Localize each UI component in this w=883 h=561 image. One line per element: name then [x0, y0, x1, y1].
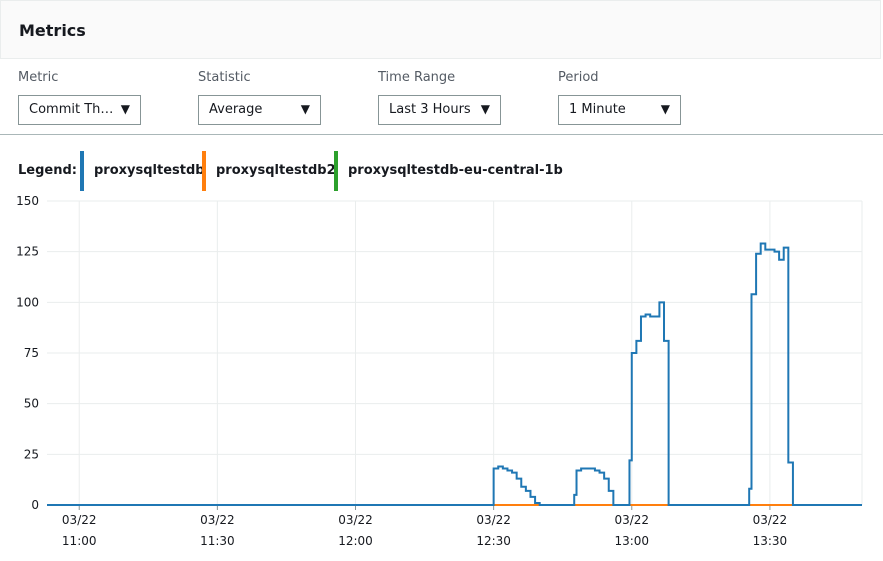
period-control: Period	[558, 70, 599, 88]
x-tick-date: 03/22	[62, 513, 97, 527]
x-tick-time: 11:30	[200, 534, 235, 548]
period-label: Period	[558, 70, 599, 85]
x-tick-date: 03/22	[614, 513, 649, 527]
metric-select-value: Commit Th…	[29, 102, 114, 117]
time-range-select[interactable]: Last 3 Hours ▼	[378, 95, 501, 125]
period-select[interactable]: 1 Minute ▼	[558, 95, 681, 125]
legend-label: Legend:	[18, 163, 77, 178]
y-tick-label: 125	[16, 245, 39, 259]
statistic-control: Statistic	[198, 70, 251, 88]
metric-controls: Metric Commit Th… ▼ Statistic Average ▼ …	[0, 60, 883, 135]
caret-down-icon: ▼	[120, 102, 130, 116]
y-tick-label: 25	[24, 447, 39, 461]
legend-item-label: proxysqltestdb	[94, 163, 205, 178]
x-tick-time: 13:30	[753, 534, 788, 548]
caret-down-icon: ▼	[300, 102, 310, 116]
x-tick-time: 11:00	[62, 534, 97, 548]
legend-item-label: proxysqltestdb2	[216, 163, 336, 178]
caret-down-icon: ▼	[480, 102, 490, 116]
y-tick-label: 75	[24, 346, 39, 360]
x-tick-time: 12:30	[476, 534, 511, 548]
legend-item-label: proxysqltestdb-eu-central-1b	[348, 163, 563, 178]
statistic-select-value: Average	[209, 102, 263, 117]
y-tick-label: 100	[16, 295, 39, 309]
time-range-control: Time Range	[378, 70, 455, 88]
statistic-label: Statistic	[198, 70, 251, 85]
series-line-proxysqltestdb	[47, 242, 862, 506]
metric-control: Metric	[18, 70, 58, 88]
x-tick-time: 12:00	[338, 534, 373, 548]
y-tick-label: 0	[31, 498, 39, 512]
caret-down-icon: ▼	[660, 102, 670, 116]
legend-swatch	[334, 151, 338, 191]
y-tick-label: 150	[16, 194, 39, 208]
legend-swatch	[202, 151, 206, 191]
period-select-value: 1 Minute	[569, 102, 626, 117]
x-tick-date: 03/22	[200, 513, 235, 527]
y-tick-label: 50	[24, 397, 39, 411]
x-tick-date: 03/22	[338, 513, 373, 527]
legend-swatch	[80, 151, 84, 191]
time-range-label: Time Range	[378, 70, 456, 85]
metrics-line-chart: 0 25 50 75 100 125 150 03/22 11:00 03/22 11:30 03/2…	[16, 194, 863, 548]
metric-select[interactable]: Commit Th… ▼	[18, 95, 141, 125]
x-tick-date: 03/22	[476, 513, 511, 527]
x-tick-time: 13:00	[614, 534, 649, 548]
time-range-select-value: Last 3 Hours	[389, 102, 471, 117]
page-title: Metrics	[19, 21, 86, 40]
metric-label: Metric	[18, 70, 59, 85]
x-tick-date: 03/22	[753, 513, 788, 527]
statistic-select[interactable]: Average ▼	[198, 95, 321, 125]
metrics-header: Metrics	[0, 0, 881, 59]
